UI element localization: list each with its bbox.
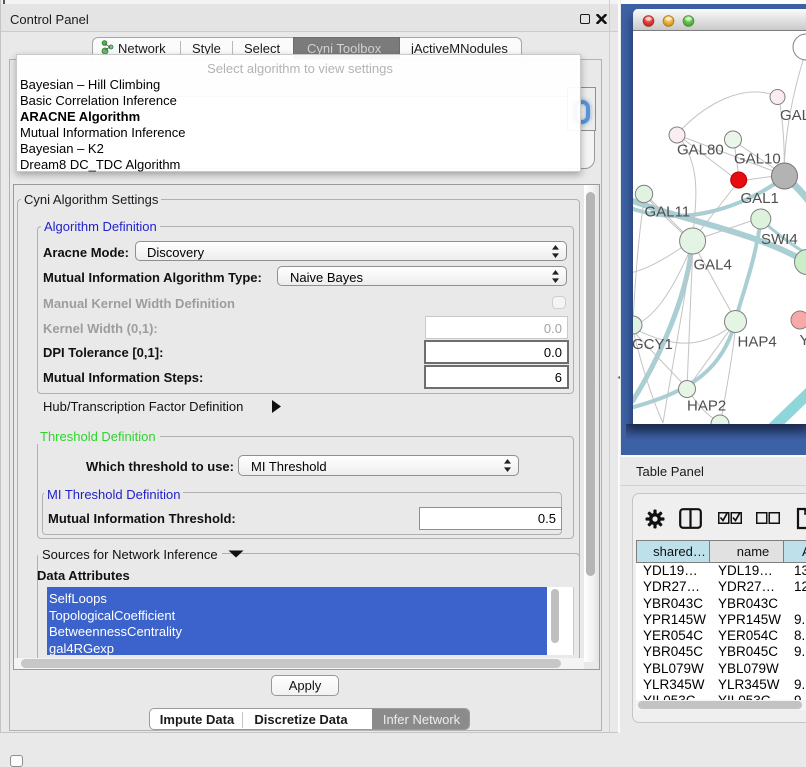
svg-text:GAL: GAL: [780, 107, 806, 124]
svg-text:GAL11: GAL11: [645, 204, 691, 221]
svg-text:GCY1: GCY1: [633, 336, 673, 353]
svg-text:Y: Y: [800, 332, 806, 349]
svg-text:GAL4: GAL4: [694, 257, 732, 274]
svg-text:HAP4: HAP4: [738, 334, 777, 351]
svg-text:GAL80: GAL80: [677, 142, 724, 159]
svg-text:SWI4: SWI4: [761, 231, 798, 248]
svg-text:GAL10: GAL10: [734, 151, 781, 168]
svg-text:GAL1: GAL1: [741, 190, 779, 207]
svg-text:HAP2: HAP2: [687, 398, 726, 415]
